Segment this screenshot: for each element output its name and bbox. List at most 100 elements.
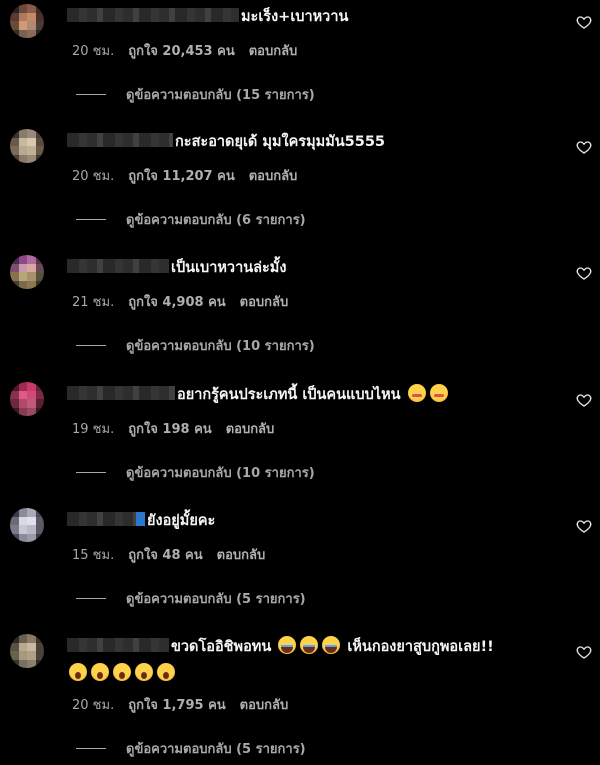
divider-dash: [76, 345, 106, 346]
heart-icon[interactable]: [576, 139, 592, 155]
avatar-pixel: [18, 407, 27, 416]
avatar-pixel: [10, 382, 19, 391]
view-replies-button[interactable]: ดูข้อความตอบกลับ (10 รายการ): [76, 462, 315, 483]
heart-icon[interactable]: [576, 265, 592, 281]
view-replies-button[interactable]: ดูข้อความตอบกลับ (6 รายการ): [76, 209, 306, 230]
avatar-pixel: [10, 525, 19, 534]
avatar-pixel: [27, 129, 36, 138]
heart-icon[interactable]: [576, 644, 592, 660]
likes-count[interactable]: ถูกใจ 11,207 คน: [128, 169, 235, 184]
likes-count[interactable]: ถูกใจ 20,453 คน: [128, 44, 235, 59]
comment-emoji-line: [67, 663, 177, 682]
username-blurred[interactable]: [67, 512, 145, 526]
avatar-pixel: [10, 255, 19, 264]
comment-text-line: อยากรู้คนประเภทนี้ เป็นคนแบบไหน: [67, 384, 560, 407]
flushed-emoji-icon: [407, 384, 426, 402]
avatar-pixel: [10, 407, 19, 416]
avatar-pixel: [18, 634, 27, 643]
avatar-pixel: [18, 146, 27, 155]
heart-icon[interactable]: [576, 14, 592, 30]
comment-text: เป็นเบาหวานล่ะมั้ง: [171, 260, 287, 276]
avatar-pixel: [18, 12, 27, 21]
avatar[interactable]: [10, 129, 44, 163]
avatar-pixel: [10, 29, 19, 38]
avatar-pixel: [27, 508, 36, 517]
avatar-pixel: [35, 21, 44, 30]
comment-text: อยากรู้คนประเภทนี้ เป็นคนแบบไหน: [177, 387, 401, 403]
avatar-pixel: [18, 382, 27, 391]
astonished-emoji-icon: [113, 663, 131, 681]
avatar-pixel: [18, 508, 27, 517]
likes-count[interactable]: ถูกใจ 1,795 คน: [128, 698, 225, 713]
avatar-pixel: [18, 651, 27, 660]
avatar-pixel: [27, 525, 36, 534]
comment-text: ขวดโออิชิพอทน: [171, 639, 272, 655]
heart-icon[interactable]: [576, 392, 592, 408]
comment-meta: 20 ชม. ถูกใจ 11,207 คน ตอบกลับ: [72, 165, 311, 186]
avatar-pixel: [35, 508, 44, 517]
avatar-pixel: [10, 516, 19, 525]
username-blurred[interactable]: [67, 259, 169, 273]
username-blurred[interactable]: [67, 133, 173, 147]
view-replies-button[interactable]: ดูข้อความตอบกลับ (5 รายการ): [76, 738, 306, 759]
likes-count[interactable]: ถูกใจ 4,908 คน: [128, 295, 225, 310]
reply-button[interactable]: ตอบกลับ: [249, 44, 298, 59]
comment-text-line: มะเร็ง+เบาหวาน: [67, 6, 560, 29]
avatar[interactable]: [10, 382, 44, 416]
comment-time: 15 ชม.: [72, 548, 115, 563]
reply-button[interactable]: ตอบกลับ: [240, 295, 289, 310]
username-blurred[interactable]: [67, 638, 169, 652]
view-replies-button[interactable]: ดูข้อความตอบกลับ (15 รายการ): [76, 84, 315, 105]
view-replies-label: ดูข้อความตอบกลับ (5 รายการ): [126, 592, 306, 607]
avatar-pixel: [18, 525, 27, 534]
avatar-pixel: [10, 390, 19, 399]
avatar-pixel: [18, 154, 27, 163]
likes-count[interactable]: ถูกใจ 198 คน: [128, 422, 211, 437]
heart-icon[interactable]: [576, 518, 592, 534]
avatar-pixel: [27, 659, 36, 668]
comment-text: มะเร็ง+เบาหวาน: [241, 9, 349, 25]
divider-dash: [76, 94, 106, 95]
avatar-pixel: [27, 137, 36, 146]
avatar-pixel: [10, 137, 19, 146]
reply-button[interactable]: ตอบกลับ: [226, 422, 275, 437]
view-replies-label: ดูข้อความตอบกลับ (6 รายการ): [126, 213, 306, 228]
avatar-pixel: [35, 634, 44, 643]
username-blurred[interactable]: [67, 8, 239, 22]
avatar-pixel: [35, 12, 44, 21]
avatar-pixel: [35, 533, 44, 542]
username-blurred[interactable]: [67, 386, 175, 400]
avatar-pixel: [35, 272, 44, 281]
avatar[interactable]: [10, 4, 44, 38]
avatar-pixel: [10, 651, 19, 660]
reply-button[interactable]: ตอบกลับ: [240, 698, 289, 713]
reply-button[interactable]: ตอบกลับ: [249, 169, 298, 184]
comment-text-line: เป็นเบาหวานล่ะมั้ง: [67, 257, 560, 280]
avatar-pixel: [35, 659, 44, 668]
avatar-pixel: [10, 146, 19, 155]
avatar[interactable]: [10, 508, 44, 542]
avatar-pixel: [35, 280, 44, 289]
avatar[interactable]: [10, 634, 44, 668]
likes-count[interactable]: ถูกใจ 48 คน: [128, 548, 202, 563]
laughing-emoji-icon: [322, 636, 341, 654]
avatar-pixel: [10, 4, 19, 13]
avatar-pixel: [27, 634, 36, 643]
reply-button[interactable]: ตอบกลับ: [217, 548, 266, 563]
avatar-pixel: [27, 146, 36, 155]
comment-meta: 20 ชม. ถูกใจ 1,795 คน ตอบกลับ: [72, 694, 302, 715]
comment-time: 20 ชม.: [72, 698, 115, 713]
avatar-pixel: [18, 659, 27, 668]
avatar-pixel: [35, 407, 44, 416]
comment-time: 21 ชม.: [72, 295, 115, 310]
avatar-pixel: [10, 533, 19, 542]
astonished-emoji-icon: [157, 663, 175, 681]
comment-text-continued: เห็นกองยาสูบกูพอเลย!!: [347, 639, 494, 655]
astonished-emoji-icon: [91, 663, 109, 681]
view-replies-button[interactable]: ดูข้อความตอบกลับ (10 รายการ): [76, 335, 315, 356]
avatar[interactable]: [10, 255, 44, 289]
avatar-pixel: [35, 4, 44, 13]
view-replies-button[interactable]: ดูข้อความตอบกลับ (5 รายการ): [76, 588, 306, 609]
divider-dash: [76, 598, 106, 599]
avatar-pixel: [18, 255, 27, 264]
